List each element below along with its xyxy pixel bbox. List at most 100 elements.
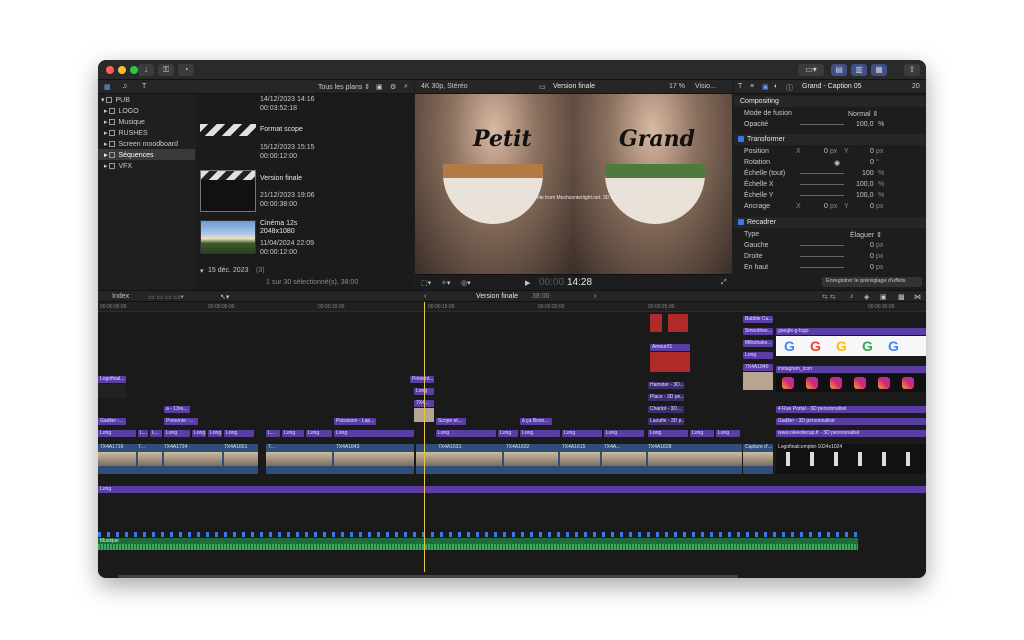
title-clip[interactable]: Long — [648, 430, 688, 437]
clip-appearance-timeline-icon[interactable]: ▣ — [880, 293, 887, 301]
title-clip[interactable]: Long — [98, 430, 136, 437]
crop-type-row[interactable]: Type Élaguer ⇕ — [734, 229, 926, 240]
enhance-icon[interactable]: ✧▾ — [441, 279, 450, 287]
music-audio-clip[interactable]: Musique — [98, 538, 858, 550]
title-clip[interactable]: Présente -... — [164, 418, 198, 425]
title-clip[interactable]: Long — [334, 430, 414, 437]
scale-x-value[interactable]: 100,0 — [856, 181, 874, 188]
crop-top-value[interactable]: 0 — [870, 264, 874, 271]
timeline-project-name[interactable]: Version finale — [476, 293, 518, 300]
video-inspector-icon[interactable]: ▣ — [762, 83, 769, 91]
rotation-dial-icon[interactable]: ◉ — [834, 159, 840, 167]
rotation-value[interactable]: 0 — [870, 159, 874, 166]
title-clip[interactable]: Charlot - 3D... — [648, 406, 684, 413]
solo-icon[interactable]: ◈ — [864, 293, 869, 301]
event-item-musique[interactable]: ▸ Musique — [98, 116, 195, 127]
long-title-track[interactable]: Long — [98, 486, 926, 493]
title-clip[interactable]: Long — [192, 430, 206, 437]
info-inspector-icon[interactable]: ⓘ — [786, 83, 793, 93]
title-clip[interactable]: Long — [520, 430, 560, 437]
position-y-value[interactable]: 0 — [870, 148, 874, 155]
event-item-logo[interactable]: ▸ LOGO — [98, 105, 195, 116]
show-inspector-icon[interactable]: ▦ — [871, 64, 887, 76]
play-button[interactable]: ▶ — [525, 279, 530, 287]
title-clip[interactable]: à ça Bosn... — [520, 418, 552, 425]
title-clip[interactable]: Long — [716, 430, 740, 437]
clip-thumbnail-format-scope[interactable] — [200, 124, 256, 136]
select-tool-icon[interactable]: ↖▾ — [220, 293, 229, 301]
title-clip[interactable]: Long — [224, 430, 254, 437]
title-clip[interactable]: Gadlier -... — [98, 418, 126, 425]
title-clip[interactable]: Présent... — [410, 376, 434, 383]
history-back-icon[interactable]: ‹ — [424, 293, 426, 300]
title-clip[interactable]: Long — [562, 430, 602, 437]
crop-right-row[interactable]: Droite 0 px — [734, 251, 926, 262]
clip-thumbnail-cinema[interactable] — [200, 220, 256, 254]
position-x-value[interactable]: 0 — [824, 148, 828, 155]
title-clip[interactable]: Amour01 — [650, 344, 690, 351]
opacity-value[interactable]: 100,0 — [856, 121, 874, 128]
scale-all-slider[interactable] — [800, 173, 844, 174]
anchor-row[interactable]: Ancrage X 0 px Y 0 px — [734, 201, 926, 212]
instagram-icon-clip[interactable]: instagram_icon — [776, 366, 926, 373]
title-clip[interactable] — [668, 314, 688, 332]
workspace-menu-icon[interactable]: ▭▾ — [798, 64, 824, 76]
title-clip[interactable]: Bubble Cu... — [743, 316, 773, 323]
transform-header[interactable]: Transformer — [734, 134, 926, 145]
title-clip[interactable] — [650, 352, 690, 372]
crop-left-row[interactable]: Gauche 0 px — [734, 240, 926, 251]
opacity-slider[interactable] — [800, 124, 844, 125]
crop-top-row[interactable]: En haut 0 px — [734, 262, 926, 273]
title-clip[interactable]: Hamster - 3D... — [648, 382, 684, 389]
import-icon[interactable]: ↓ — [138, 64, 154, 76]
title-clip[interactable]: Long — [604, 430, 644, 437]
anchor-y-value[interactable]: 0 — [870, 203, 874, 210]
photos-audio-icon[interactable]: ♫ — [122, 83, 127, 90]
effects-browser-icon[interactable]: ▩ — [898, 293, 905, 301]
primary-storyline-segment[interactable]: 7... 7X4A1643 — [266, 444, 414, 474]
title-clip[interactable]: Long — [436, 430, 496, 437]
scale-x-slider[interactable] — [800, 184, 844, 185]
primary-storyline-segment[interactable]: 7X4A1631 7X4A1632 7X4A1615 7X4A1628 7X4A… — [416, 444, 742, 474]
title-clip[interactable]: a - 13re... — [164, 406, 190, 413]
crop-left-value[interactable]: 0 — [870, 242, 874, 249]
search-icon[interactable]: ⌕ — [404, 83, 408, 91]
group-sort-icon[interactable]: ⚙ — [390, 83, 396, 91]
crop-header[interactable]: Recadrer — [734, 217, 926, 228]
title-clip[interactable]: Scope et... — [436, 418, 466, 425]
fullscreen-icon[interactable]: ⤢ — [721, 279, 727, 287]
edit-buttons-icon[interactable]: ▭ ▭ ▭ ▭▾ — [148, 293, 184, 301]
scale-y-slider[interactable] — [800, 195, 844, 196]
title-clip[interactable]: Smoothes... — [743, 328, 773, 335]
transform-icon[interactable]: ⬚▾ — [421, 279, 431, 287]
event-item-vfx[interactable]: ▸ VFX — [98, 160, 195, 171]
scale-y-value[interactable]: 100,0 — [856, 192, 874, 199]
show-timeline-icon[interactable]: ▥ — [851, 64, 867, 76]
title-clip[interactable]: www.okeedecap.fr - 3D personnalisé — [776, 430, 926, 437]
title-clip[interactable]: Long — [282, 430, 304, 437]
save-effects-preset-button[interactable]: Enregistrer le préréglage d'effets — [822, 277, 922, 287]
title-clip[interactable]: Long — [164, 430, 190, 437]
keyword-icon[interactable]: ⚿ — [158, 64, 174, 76]
index-button[interactable]: Index — [112, 293, 129, 300]
compositing-header[interactable]: Compositing — [734, 96, 926, 107]
text-inspector-icon[interactable]: ≡ — [750, 83, 754, 90]
title-clip[interactable] — [650, 314, 662, 332]
crop-right-slider[interactable] — [800, 256, 844, 257]
title-inspector-icon[interactable]: T — [738, 83, 742, 90]
clip-name[interactable]: Cinéma 12s 2048x1080 — [260, 220, 320, 236]
clip-appearance-icon[interactable]: ▣ — [376, 83, 383, 91]
title-clip[interactable]: Long — [208, 430, 222, 437]
close-window-button[interactable] — [106, 66, 114, 74]
title-clip[interactable]: Milkshake... — [743, 340, 773, 347]
title-clip[interactable]: L... — [150, 430, 162, 437]
speed-icon[interactable]: ◎▾ — [461, 279, 471, 287]
background-tasks-icon[interactable]: ◔ — [178, 64, 194, 76]
zoom-window-button[interactable] — [130, 66, 138, 74]
group-disclosure-icon[interactable]: ▾ — [200, 267, 204, 275]
audio-skimming-icon[interactable]: ♪ — [850, 293, 854, 300]
blend-mode-popup[interactable]: Normal ⇕ — [848, 110, 878, 118]
scale-y-row[interactable]: Échelle Y 100,0 % — [734, 190, 926, 201]
anchor-x-value[interactable]: 0 — [824, 203, 828, 210]
crop-top-slider[interactable] — [800, 267, 844, 268]
